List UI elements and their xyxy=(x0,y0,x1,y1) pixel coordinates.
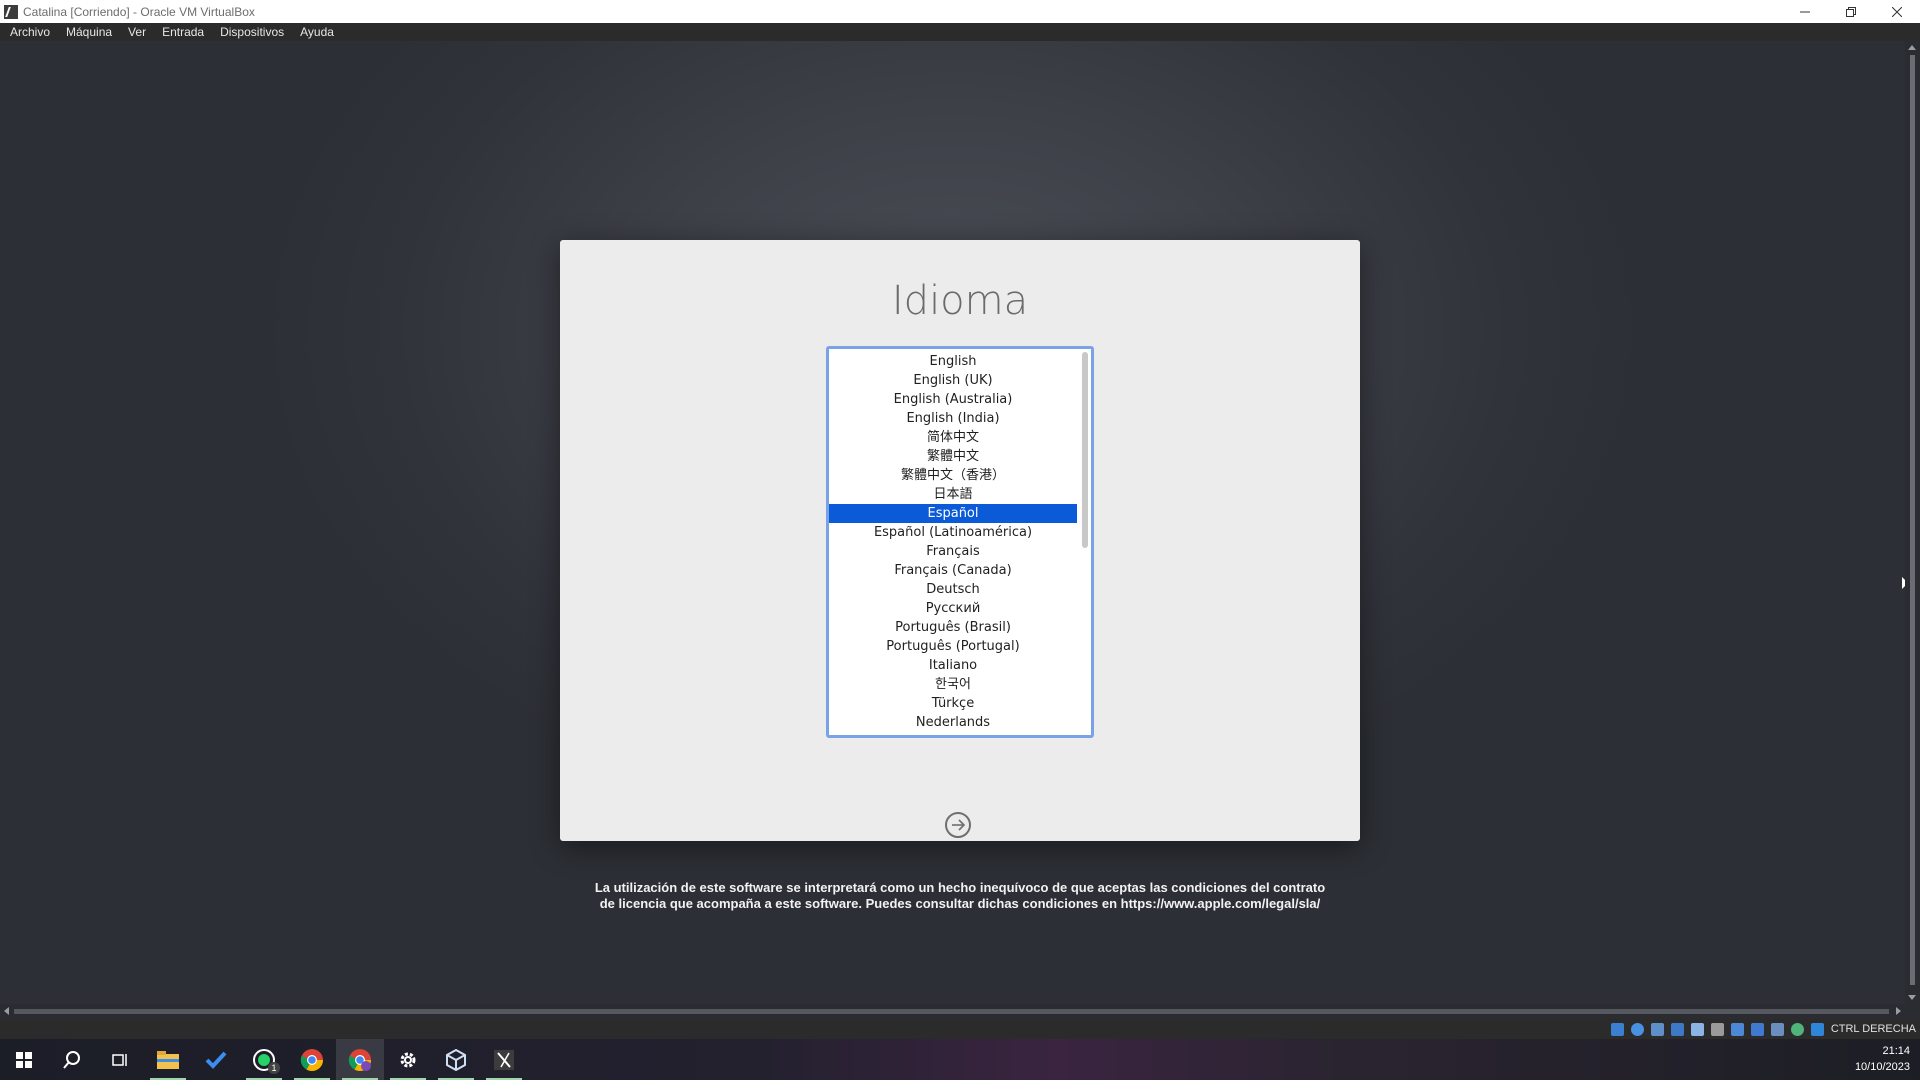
language-option[interactable]: Русский xyxy=(829,599,1077,618)
network-icon[interactable] xyxy=(1670,1022,1684,1036)
language-option[interactable]: 繁體中文 xyxy=(829,447,1077,466)
file-explorer-icon xyxy=(157,1050,179,1069)
language-option[interactable]: Español xyxy=(829,504,1077,523)
minimize-button[interactable] xyxy=(1782,0,1828,23)
windows-taskbar: 1 xyxy=(0,1039,1920,1080)
vm-window-icon xyxy=(494,1049,514,1070)
taskbar-file-explorer[interactable] xyxy=(144,1039,192,1080)
task-view-icon xyxy=(112,1053,127,1066)
language-option[interactable]: 简体中文 xyxy=(829,428,1077,447)
menu-maquina[interactable]: Máquina xyxy=(60,25,118,39)
scroll-corner xyxy=(1905,1004,1920,1019)
language-option[interactable]: 繁體中文（香港） xyxy=(829,466,1077,485)
language-option[interactable]: 日本語 xyxy=(829,485,1077,504)
clock-time: 21:14 xyxy=(1882,1045,1910,1057)
license-notice: La utilización de este software se inter… xyxy=(560,880,1360,912)
scroll-right-icon[interactable] xyxy=(1896,1007,1901,1015)
language-option[interactable]: Français xyxy=(829,542,1077,561)
continue-button[interactable] xyxy=(945,812,971,838)
chrome-profile-icon xyxy=(348,1048,371,1071)
taskbar-vm-window[interactable] xyxy=(480,1039,528,1080)
start-button[interactable] xyxy=(0,1039,48,1080)
settings-icon xyxy=(400,1052,416,1067)
restore-icon xyxy=(1846,6,1856,17)
window-controls xyxy=(1782,0,1920,23)
language-option[interactable]: Español (Latinoamérica) xyxy=(829,523,1077,542)
window-title: Catalina [Corriendo] - Oracle VM Virtual… xyxy=(23,4,255,19)
scroll-left-icon[interactable] xyxy=(4,1007,9,1015)
language-option[interactable]: Deutsch xyxy=(829,580,1077,599)
arrow-right-icon xyxy=(952,819,966,831)
menu-ayuda[interactable]: Ayuda xyxy=(294,25,340,39)
host-key-label: CTRL DERECHA xyxy=(1830,1023,1916,1035)
recording-icon[interactable] xyxy=(1750,1022,1764,1036)
horizontal-scrollbar[interactable] xyxy=(0,1004,1905,1019)
vertical-scrollbar[interactable] xyxy=(1905,41,1920,1004)
usb-icon[interactable] xyxy=(1690,1022,1704,1036)
language-option[interactable]: Italiano xyxy=(829,656,1077,675)
whatsapp-badge: 1 xyxy=(268,1062,280,1074)
horizontal-scroll-thumb[interactable] xyxy=(14,1009,1889,1014)
shared-folders-icon[interactable] xyxy=(1710,1022,1724,1036)
clock-date: 10/10/2023 xyxy=(1854,1061,1910,1073)
scroll-down-icon[interactable] xyxy=(1908,995,1916,1000)
chrome-icon xyxy=(300,1048,323,1071)
cpu-icon[interactable] xyxy=(1770,1022,1784,1036)
window-title-bar[interactable]: Catalina [Corriendo] - Oracle VM Virtual… xyxy=(0,0,1920,23)
restore-button[interactable] xyxy=(1828,0,1874,23)
menu-archivo[interactable]: Archivo xyxy=(4,25,56,39)
menu-entrada[interactable]: Entrada xyxy=(156,25,210,39)
dialog-title: Idioma xyxy=(891,278,1029,324)
minimize-icon xyxy=(1800,11,1810,12)
taskbar-whatsapp[interactable]: 1 xyxy=(240,1039,288,1080)
keyboard-icon[interactable] xyxy=(1810,1022,1824,1036)
taskbar-todo[interactable] xyxy=(192,1039,240,1080)
language-option[interactable]: Português (Brasil) xyxy=(829,618,1077,637)
language-option[interactable]: Türkçe xyxy=(829,694,1077,713)
language-option[interactable]: 한국어 xyxy=(829,675,1077,694)
system-clock[interactable]: 21:14 10/10/2023 xyxy=(1855,1043,1910,1075)
mouse-integration-icon[interactable] xyxy=(1790,1022,1804,1036)
audio-icon[interactable] xyxy=(1650,1022,1664,1036)
todo-icon xyxy=(205,1051,227,1069)
close-button[interactable] xyxy=(1874,0,1920,23)
language-option[interactable]: English xyxy=(829,352,1077,371)
virtualbox-icon xyxy=(446,1048,466,1071)
menu-ver[interactable]: Ver xyxy=(122,25,152,39)
optical-drive-icon[interactable] xyxy=(1630,1022,1644,1036)
hard-disk-icon[interactable] xyxy=(1610,1022,1624,1036)
menu-bar: Archivo Máquina Ver Entrada Dispositivos… xyxy=(0,23,1920,41)
menu-dispositivos[interactable]: Dispositivos xyxy=(214,25,290,39)
license-line-2: de licencia que acompaña a este software… xyxy=(599,896,1321,911)
search-icon xyxy=(63,1050,80,1069)
language-list[interactable]: English English (UK) English (Australia) En… xyxy=(826,346,1094,738)
taskbar-virtualbox[interactable] xyxy=(432,1039,480,1080)
display-icon[interactable] xyxy=(1730,1022,1744,1036)
language-dialog: Idioma English English (UK) English (Austr… xyxy=(560,240,1360,841)
language-option[interactable]: Português (Portugal) xyxy=(829,637,1077,656)
scroll-up-icon[interactable] xyxy=(1908,45,1916,50)
language-option[interactable]: Nederlands xyxy=(829,713,1077,732)
language-option[interactable]: Français (Canada) xyxy=(829,561,1077,580)
vertical-scroll-thumb[interactable] xyxy=(1910,55,1915,985)
search-button[interactable] xyxy=(48,1039,96,1080)
taskbar-settings[interactable] xyxy=(384,1039,432,1080)
windows-start-icon xyxy=(16,1051,32,1068)
vm-status-bar: CTRL DERECHA xyxy=(0,1019,1920,1039)
language-option[interactable]: English (UK) xyxy=(829,371,1077,390)
language-option[interactable]: English (Australia) xyxy=(829,390,1077,409)
language-option[interactable]: English (India) xyxy=(829,409,1077,428)
virtualbox-app-icon xyxy=(4,4,18,19)
taskbar-chrome-profile[interactable] xyxy=(336,1039,384,1080)
language-list-scrollbar[interactable] xyxy=(1082,352,1088,548)
close-icon xyxy=(1892,6,1902,17)
task-view-button[interactable] xyxy=(96,1039,144,1080)
license-line-1: La utilización de este software se inter… xyxy=(594,880,1326,895)
taskbar-chrome[interactable] xyxy=(288,1039,336,1080)
